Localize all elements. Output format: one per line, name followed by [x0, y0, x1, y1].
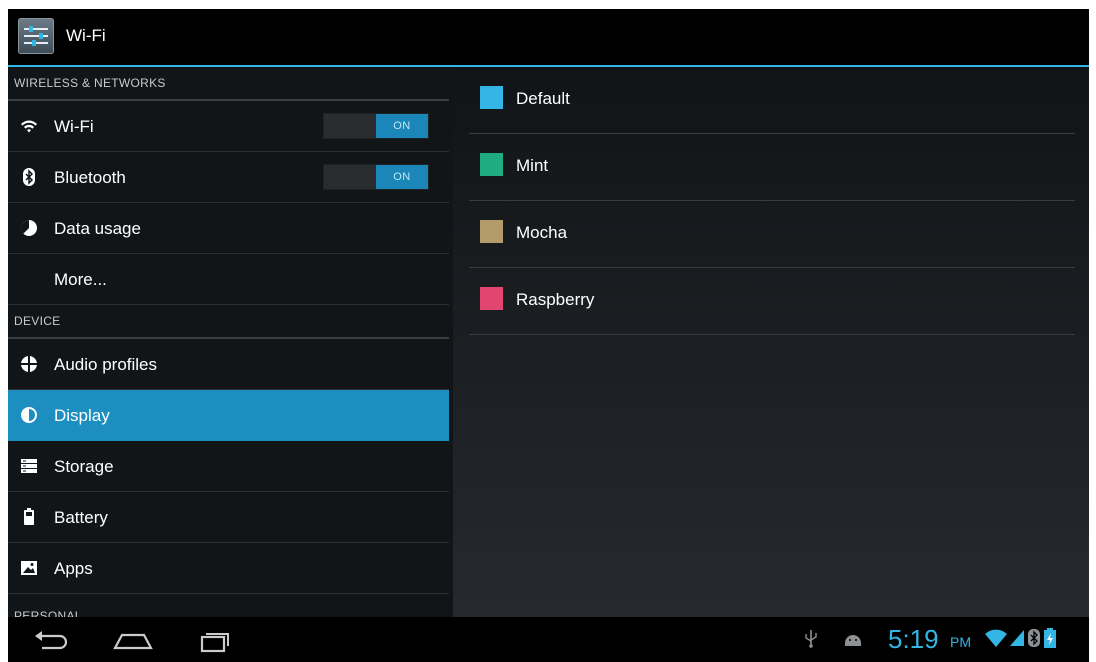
recent-apps-button[interactable]	[194, 627, 234, 655]
apps-icon	[21, 561, 37, 575]
bluetooth-icon	[23, 168, 35, 186]
tablet-screen: Wi-Fi WIRELESS & NETWORKS Wi-Fi ON Bluet…	[8, 9, 1089, 662]
settings-list: WIRELESS & NETWORKS Wi-Fi ON Bluetooth O…	[8, 67, 453, 617]
settings-item-apps[interactable]: Apps	[8, 543, 449, 594]
section-header-label: WIRELESS & NETWORKS	[14, 76, 166, 90]
color-swatch	[480, 86, 503, 109]
status-clock-ampm: PM	[950, 634, 971, 650]
settings-item-audio-profiles[interactable]: Audio profiles	[8, 339, 449, 390]
settings-item-data-usage[interactable]: Data usage	[8, 203, 449, 254]
battery-status-icon	[1044, 628, 1056, 648]
section-header-device: DEVICE	[8, 305, 449, 339]
usb-icon	[805, 630, 817, 648]
color-option-label: Default	[516, 89, 570, 108]
status-clock: 5:19	[888, 624, 939, 654]
toggle-on-label: ON	[376, 114, 428, 138]
android-debug-icon	[845, 635, 861, 646]
section-header-label: PERSONAL	[14, 609, 82, 617]
wifi-signal-icon	[985, 629, 1007, 647]
color-option-default[interactable]: Default	[469, 67, 1075, 134]
audio-profiles-icon	[20, 355, 38, 373]
settings-app-icon[interactable]	[18, 18, 54, 54]
color-option-label: Mocha	[516, 223, 568, 242]
settings-item-wifi[interactable]: Wi-Fi ON	[8, 101, 449, 152]
color-option-mocha[interactable]: Mocha	[469, 201, 1075, 268]
color-option-label: Raspberry	[516, 290, 595, 309]
bluetooth-toggle[interactable]: ON	[323, 164, 429, 190]
color-swatch	[480, 153, 503, 176]
battery-icon	[24, 508, 34, 525]
settings-item-label: Data usage	[54, 219, 141, 238]
action-bar: Wi-Fi	[8, 9, 1089, 67]
section-header-personal: PERSONAL	[8, 594, 449, 617]
wifi-toggle[interactable]: ON	[323, 113, 429, 139]
display-icon	[21, 407, 37, 423]
color-swatch	[480, 287, 503, 310]
settings-item-storage[interactable]: Storage	[8, 441, 449, 492]
wifi-icon	[21, 120, 37, 133]
page-title: Wi-Fi	[66, 26, 106, 45]
toggle-on-label: ON	[376, 165, 428, 189]
settings-item-label: Display	[54, 406, 110, 425]
data-usage-icon	[20, 219, 37, 236]
color-swatch	[480, 220, 503, 243]
settings-item-display[interactable]: Display	[8, 390, 449, 441]
settings-item-label: Battery	[54, 508, 108, 527]
color-option-label: Mint	[516, 156, 549, 175]
settings-item-label: More...	[54, 270, 107, 289]
settings-item-label: Bluetooth	[54, 168, 126, 187]
color-option-raspberry[interactable]: Raspberry	[469, 268, 1075, 335]
section-header-wireless: WIRELESS & NETWORKS	[8, 67, 449, 101]
bluetooth-status-icon	[1028, 629, 1040, 647]
section-header-label: DEVICE	[14, 314, 61, 328]
settings-item-more[interactable]: More...	[8, 254, 449, 305]
back-button[interactable]	[32, 627, 68, 653]
cell-signal-icon	[1010, 630, 1024, 646]
color-option-mint[interactable]: Mint	[469, 134, 1075, 201]
color-options-pane: Default Mint Mocha Raspberry	[453, 67, 1089, 617]
home-button[interactable]	[112, 627, 154, 653]
settings-item-bluetooth[interactable]: Bluetooth ON	[8, 152, 449, 203]
settings-item-label: Audio profiles	[54, 355, 158, 374]
storage-icon	[21, 459, 37, 473]
settings-item-label: Wi-Fi	[54, 117, 94, 136]
settings-item-label: Apps	[54, 559, 93, 578]
system-bar: 5:19 PM	[8, 617, 1089, 662]
settings-item-battery[interactable]: Battery	[8, 492, 449, 543]
settings-item-label: Storage	[54, 457, 114, 476]
